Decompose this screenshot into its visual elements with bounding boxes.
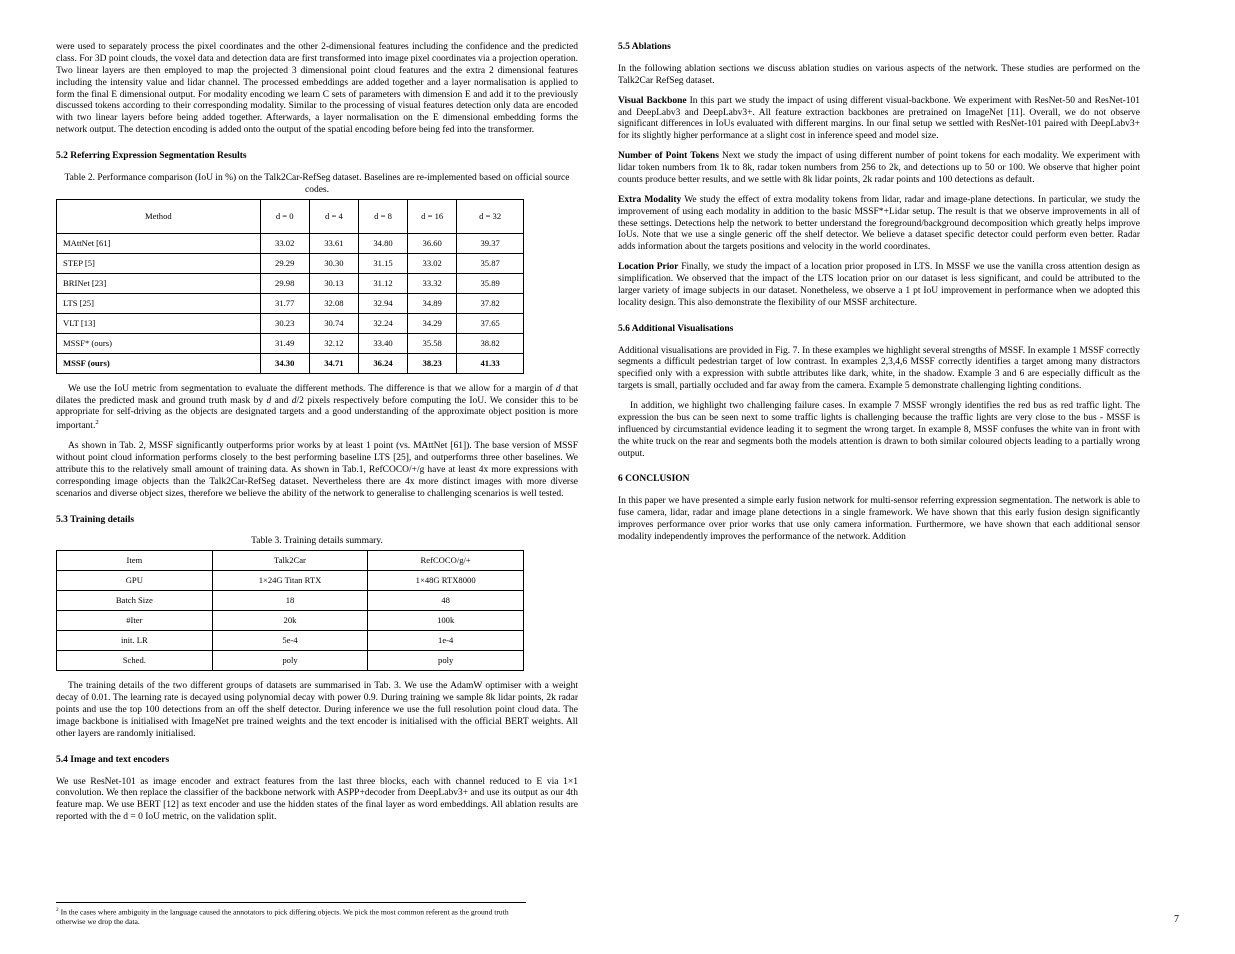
section-heading-visualisations: 5.6 Additional Visualisations: [618, 324, 1140, 336]
table-3: Item Talk2Car RefCOCO/g/+ GPU1×24G Titan…: [56, 550, 524, 671]
results-discussion-paragraph: As shown in Tab. 2, MSSF significantly o…: [56, 441, 578, 500]
page-number: 7: [1174, 914, 1179, 927]
table2-h1: d = 0: [260, 199, 309, 233]
section-heading-conclusion: 6 CONCLUSION: [618, 474, 1140, 486]
table-row: init. LR5e-41e-4: [57, 631, 524, 651]
t3-h0: Item: [57, 551, 213, 571]
table-row: #Iter20k100k: [57, 611, 524, 631]
table-row: VLT [13]30.2330.7432.2434.2937.65: [57, 313, 524, 333]
ablation-extra-modality: Extra Modality We study the effect of ex…: [618, 195, 1140, 254]
table2-h2: d = 4: [309, 199, 358, 233]
visualisations-para1: Additional visualisations are provided i…: [618, 346, 1140, 394]
training-paragraph: The training details of the two differen…: [56, 681, 578, 740]
encoders-paragraph: We use ResNet-101 as image encoder and e…: [56, 777, 578, 825]
table3-caption: Table 3. Training details summary.: [56, 536, 578, 548]
table-row: LTS [25]31.7732.0832.9434.8937.82: [57, 293, 524, 313]
ablation-points: Number of Point Tokens Next we study the…: [618, 151, 1140, 187]
footnote-marker: 2: [95, 419, 98, 426]
section-heading-encoders: 5.4 Image and text encoders: [56, 755, 578, 767]
table-row: MSSF (ours)34.3034.7136.2438.2341.33: [57, 353, 524, 373]
section-heading-training: 5.3 Training details: [56, 515, 578, 527]
table-2: Method d = 0 d = 4 d = 8 d = 16 d = 32 M…: [56, 199, 524, 374]
table2-caption: Table 2. Performance comparison (IoU in …: [56, 173, 578, 197]
table3-header-row: Item Talk2Car RefCOCO/g/+: [57, 551, 524, 571]
table2-h5: d = 32: [457, 199, 524, 233]
table2-h0: Method: [57, 199, 261, 233]
table2-header-row: Method d = 0 d = 4 d = 8 d = 16 d = 32: [57, 199, 524, 233]
table-row: BRINet [23]29.9830.1331.1233.3235.89: [57, 273, 524, 293]
footnote: 2 In the cases where ambiguity in the la…: [56, 902, 526, 927]
table-row: STEP [5]29.2930.3031.1533.0235.87: [57, 253, 524, 273]
footnote-text: In the cases where ambiguity in the lang…: [56, 907, 509, 925]
ablation-location-prior: Location Prior Finally, we study the imp…: [618, 262, 1140, 310]
visualisations-para2: In addition, we highlight two challengin…: [618, 401, 1140, 460]
table-row: Sched.polypoly: [57, 651, 524, 671]
section-heading-ablations: 5.5 Ablations: [618, 42, 1140, 54]
table-row: Batch Size1848: [57, 591, 524, 611]
table-row: MSSF* (ours)31.4932.1233.4035.5838.82: [57, 333, 524, 353]
table2-h3: d = 8: [358, 199, 407, 233]
t3-h1: Talk2Car: [212, 551, 368, 571]
ablation-backbone: Visual Backbone In this part we study th…: [618, 96, 1140, 144]
section-heading-results: 5.2 Referring Expression Segmentation Re…: [56, 151, 578, 163]
table-row: MAttNet [61]33.0233.6134.8036.6039.37: [57, 233, 524, 253]
table-row: GPU1×24G Titan RTX1×48G RTX8000: [57, 571, 524, 591]
right-column: 5.5 Ablations In the following ablation …: [618, 42, 1140, 832]
continuation-paragraph: were used to separately process the pixe…: [56, 42, 578, 137]
conclusion-paragraph: In this paper we have presented a simple…: [618, 496, 1140, 544]
t3-h2: RefCOCO/g/+: [368, 551, 524, 571]
iou-explain-paragraph: We use the IoU metric from segmentation …: [56, 384, 578, 434]
table2-h4: d = 16: [408, 199, 457, 233]
ablations-intro: In the following ablation sections we di…: [618, 64, 1140, 88]
left-column: were used to separately process the pixe…: [56, 42, 578, 832]
